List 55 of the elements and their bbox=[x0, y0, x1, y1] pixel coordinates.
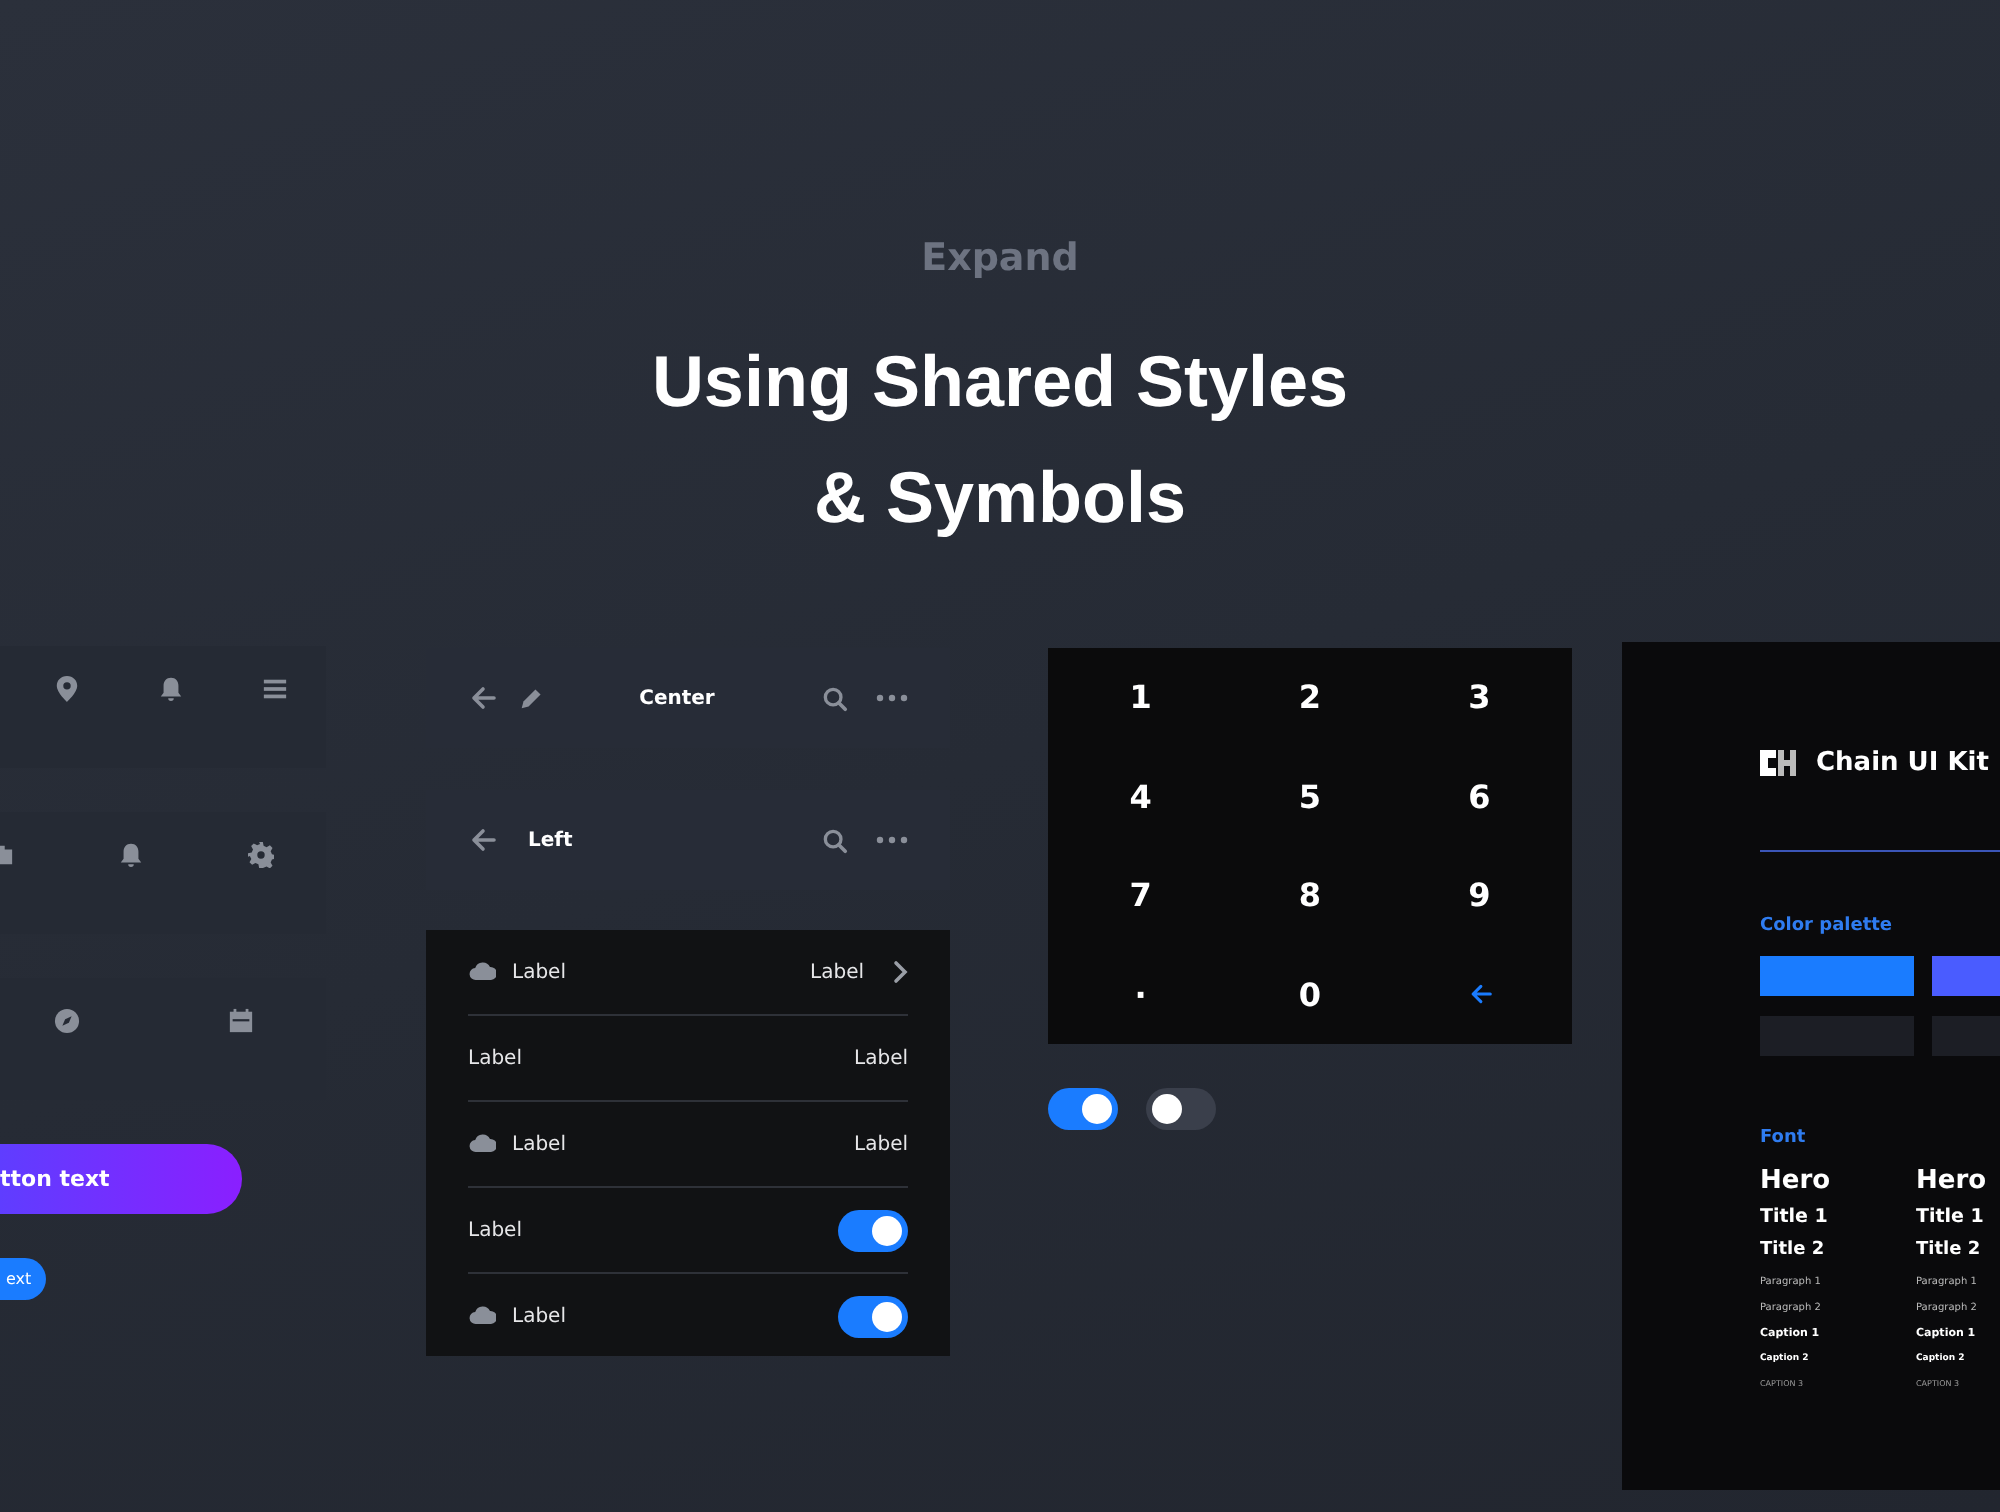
search-icon bbox=[822, 827, 848, 853]
row-value: Label bbox=[854, 1047, 908, 1069]
keypad-key[interactable]: 4 bbox=[1096, 763, 1186, 830]
small-button[interactable]: ext bbox=[0, 1258, 46, 1300]
brand-name: Chain UI Kit bbox=[1816, 748, 1989, 778]
back-arrow-icon bbox=[468, 826, 496, 854]
nav-title: Center bbox=[637, 687, 717, 709]
toggle-switch[interactable] bbox=[1048, 1088, 1118, 1130]
keypad-key[interactable]: 5 bbox=[1265, 763, 1355, 830]
row-label: Label bbox=[468, 1047, 522, 1069]
compass-icon bbox=[53, 1008, 79, 1034]
nav-title: Left bbox=[528, 829, 575, 851]
toggle-switch[interactable] bbox=[838, 1209, 908, 1251]
eyebrow-text: Expand bbox=[921, 236, 1079, 280]
back-arrow-icon bbox=[1467, 982, 1492, 1007]
search-icon bbox=[822, 685, 848, 711]
headline: & Symbols bbox=[813, 454, 1187, 542]
keypad-key[interactable]: 9 bbox=[1434, 862, 1524, 929]
type-sample: Hero bbox=[1916, 1166, 1989, 1200]
pencil-icon bbox=[520, 686, 544, 710]
bell-icon bbox=[117, 842, 143, 868]
calendar-icon bbox=[227, 1008, 253, 1034]
keypad-key[interactable]: 8 bbox=[1265, 862, 1355, 929]
section-heading: Font bbox=[1760, 1128, 1808, 1148]
location-pin-icon bbox=[53, 676, 79, 702]
keypad-key[interactable]: 1 bbox=[1096, 664, 1186, 731]
keypad-key[interactable]: 6 bbox=[1434, 763, 1524, 830]
row-value: Label bbox=[810, 961, 864, 983]
row-label: Label bbox=[512, 1133, 566, 1155]
row-value: Label bbox=[854, 1133, 908, 1155]
type-sample: Title 2 bbox=[1760, 1240, 1827, 1264]
gradient-button[interactable]: tton text bbox=[0, 1144, 242, 1214]
row-label: Label bbox=[512, 1305, 566, 1327]
bell-icon bbox=[157, 676, 183, 702]
more-icon bbox=[876, 836, 908, 844]
logo-icon bbox=[1760, 750, 1796, 776]
more-icon bbox=[876, 694, 908, 702]
row-label: Label bbox=[512, 961, 566, 983]
type-sample: Hero bbox=[1760, 1166, 1833, 1200]
back-arrow-icon bbox=[468, 684, 496, 712]
type-sample: Title 1 bbox=[1916, 1206, 1986, 1232]
menu-icon bbox=[261, 676, 287, 702]
keypad-key[interactable]: 2 bbox=[1265, 664, 1355, 731]
toggle-switch[interactable] bbox=[838, 1295, 908, 1337]
type-sample: Title 2 bbox=[1916, 1240, 1983, 1264]
type-sample: Title 1 bbox=[1760, 1206, 1830, 1232]
keypad-key[interactable]: 0 bbox=[1265, 961, 1355, 1028]
settings-icon bbox=[247, 842, 273, 868]
keypad-key[interactable]: · bbox=[1096, 961, 1186, 1028]
keypad-key[interactable]: 3 bbox=[1434, 664, 1524, 731]
row-label: Label bbox=[468, 1219, 522, 1241]
toggle-switch[interactable] bbox=[1146, 1088, 1216, 1130]
headline: Using Shared Styles bbox=[651, 338, 1349, 426]
keypad-key[interactable]: 7 bbox=[1096, 862, 1186, 929]
section-heading: Color palette bbox=[1760, 916, 1895, 936]
